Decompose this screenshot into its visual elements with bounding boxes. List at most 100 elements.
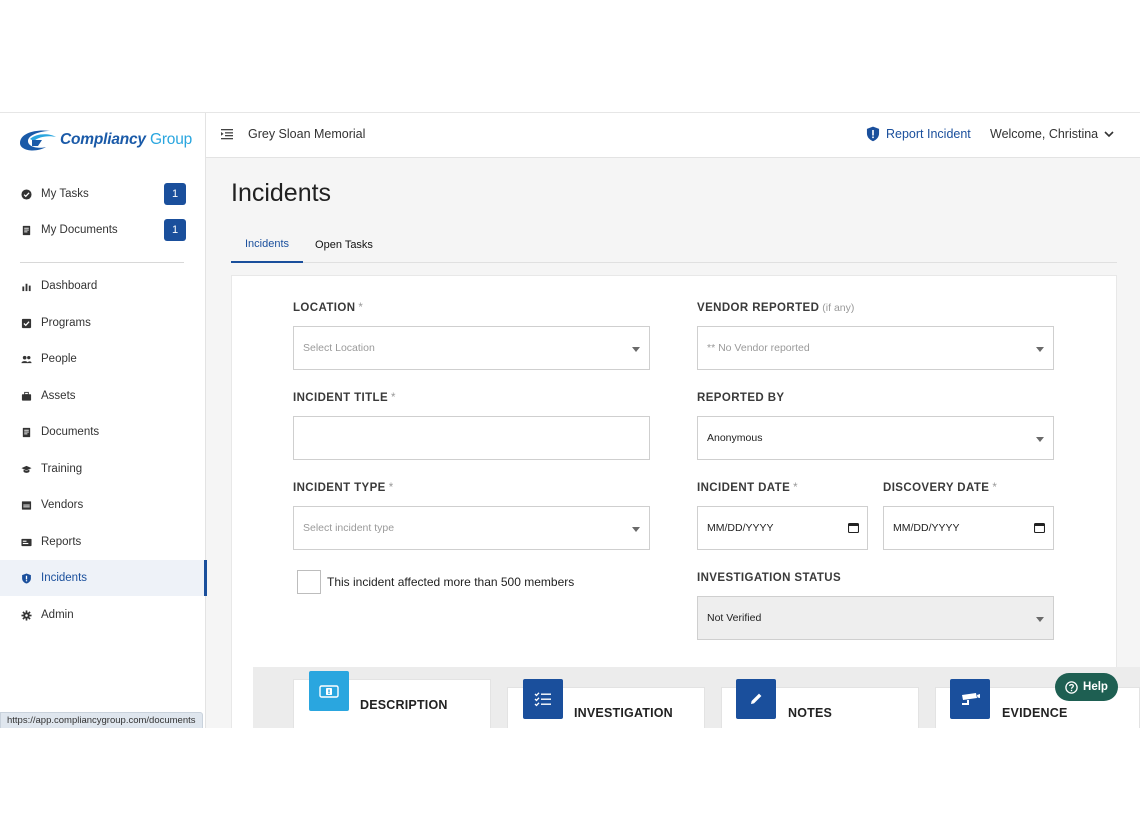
reported-by-select[interactable]: Anonymous xyxy=(697,416,1054,460)
location-select[interactable]: Select Location xyxy=(293,326,650,370)
sidebar-item-label: Reports xyxy=(41,536,82,548)
sidebar-item-dashboard[interactable]: Dashboard xyxy=(0,268,206,304)
incident-type-select[interactable]: Select incident type xyxy=(293,506,650,550)
calendar-icon[interactable] xyxy=(1034,522,1045,533)
caret-down-icon xyxy=(632,527,640,532)
help-label: Help xyxy=(1083,681,1108,693)
investigation-status-label: INVESTIGATION STATUS xyxy=(697,572,842,584)
section-description-label: DESCRIPTION xyxy=(360,698,448,712)
section-investigation-label: INVESTIGATION xyxy=(574,706,673,720)
sidebar-item-reports[interactable]: Reports xyxy=(0,524,206,560)
shield-icon xyxy=(866,126,880,142)
discovery-date-label: DISCOVERY DATE * xyxy=(883,482,998,494)
incident-type-label: INCIDENT TYPE * xyxy=(293,482,394,494)
sidebar-item-vendors[interactable]: Vendors xyxy=(0,487,206,523)
vendor-reported-value: ** No Vendor reported xyxy=(707,342,810,354)
incident-date-label: INCIDENT DATE * xyxy=(697,482,799,494)
sidebar-item-label: Dashboard xyxy=(41,280,98,292)
sidebar-item-documents[interactable]: Documents xyxy=(0,414,206,450)
check-circle-icon xyxy=(20,188,32,200)
sidebar-item-label: Programs xyxy=(41,317,91,329)
document-icon xyxy=(20,426,32,438)
help-button[interactable]: Help xyxy=(1055,673,1118,701)
page-title: Incidents xyxy=(231,179,332,207)
user-menu[interactable]: Welcome, Christina xyxy=(990,127,1114,141)
caret-down-icon xyxy=(1036,347,1044,352)
sidebar-item-label: Assets xyxy=(41,390,76,402)
affected-members-checkbox[interactable] xyxy=(297,570,321,594)
caret-down-icon xyxy=(1036,437,1044,442)
incident-title-input[interactable] xyxy=(293,416,650,460)
caret-down-icon xyxy=(1036,617,1044,622)
people-icon xyxy=(20,353,32,365)
tab-incidents[interactable]: Incidents xyxy=(231,227,303,263)
report-icon xyxy=(20,536,32,548)
sidebar-item-incidents[interactable]: Incidents xyxy=(0,560,207,596)
sidebar-item-label: Training xyxy=(41,463,83,475)
sidebar-item-training[interactable]: Training xyxy=(0,451,206,487)
menu-collapse-icon[interactable] xyxy=(221,128,233,140)
sidebar-item-admin[interactable]: Admin xyxy=(0,597,206,633)
investigation-status-select[interactable]: Not Verified xyxy=(697,596,1054,640)
topbar: Grey Sloan Memorial Report Incident Welc… xyxy=(206,113,1140,158)
document-count-badge: 1 xyxy=(164,219,186,241)
location-label: LOCATION * xyxy=(293,302,364,314)
location-placeholder: Select Location xyxy=(303,342,375,354)
sidebar-item-label: My Documents xyxy=(41,224,118,236)
pencil-icon xyxy=(736,679,776,719)
incident-date-placeholder: MM/DD/YYYY xyxy=(707,522,774,534)
reported-by-label: REPORTED BY xyxy=(697,392,785,404)
gear-icon xyxy=(20,609,32,621)
sidebar-item-label: People xyxy=(41,353,77,365)
discovery-date-input[interactable]: MM/DD/YYYY xyxy=(883,506,1054,550)
incident-date-input[interactable]: MM/DD/YYYY xyxy=(697,506,868,550)
status-bar-url: https://app.compliancygroup.com/document… xyxy=(0,712,203,728)
chevron-down-icon xyxy=(1104,130,1114,137)
ticket-icon xyxy=(309,671,349,711)
welcome-text: Welcome, Christina xyxy=(990,127,1099,141)
bar-chart-icon xyxy=(20,280,32,292)
vendor-reported-select[interactable]: ** No Vendor reported xyxy=(697,326,1054,370)
reported-by-value: Anonymous xyxy=(707,432,763,444)
discovery-date-placeholder: MM/DD/YYYY xyxy=(893,522,960,534)
sidebar-item-label: Incidents xyxy=(41,572,88,584)
graduation-cap-icon xyxy=(20,463,32,475)
calendar-icon[interactable] xyxy=(848,522,859,533)
logo-mark-icon xyxy=(20,130,56,151)
logo-text: Compliancy Group xyxy=(60,131,193,148)
sidebar-item-label: My Tasks xyxy=(41,188,89,200)
section-evidence-label: EVIDENCE xyxy=(1002,706,1068,720)
sidebar-item-label: Admin xyxy=(41,609,74,621)
sidebar-item-label: Documents xyxy=(41,426,100,438)
sidebar: Compliancy Group My Tasks 1 My Documents… xyxy=(0,113,207,728)
help-circle-icon xyxy=(1065,680,1078,694)
report-incident-label: Report Incident xyxy=(886,127,971,141)
section-notes-label: NOTES xyxy=(788,706,833,720)
tab-bar: Incidents Open Tasks xyxy=(231,227,1117,263)
sidebar-item-people[interactable]: People xyxy=(0,341,206,377)
section-band: DESCRIPTION INVESTIGATION NOTES EVIDENCE xyxy=(253,667,1140,728)
organization-name: Grey Sloan Memorial xyxy=(248,127,366,141)
task-count-badge: 1 xyxy=(164,183,186,205)
sidebar-item-assets[interactable]: Assets xyxy=(0,378,206,414)
sidebar-item-my-documents[interactable]: My Documents 1 xyxy=(0,212,206,248)
report-incident-link[interactable]: Report Incident xyxy=(866,126,971,142)
checklist-icon xyxy=(523,679,563,719)
incident-title-label: INCIDENT TITLE * xyxy=(293,392,396,404)
caret-down-icon xyxy=(632,347,640,352)
storefront-icon xyxy=(20,499,32,511)
checkbox-icon xyxy=(20,317,32,329)
app-window: Compliancy Group My Tasks 1 My Documents… xyxy=(0,112,1140,728)
briefcase-icon xyxy=(20,390,32,402)
incident-type-placeholder: Select incident type xyxy=(303,522,395,534)
sidebar-item-my-tasks[interactable]: My Tasks 1 xyxy=(0,176,206,212)
sidebar-divider xyxy=(20,262,184,263)
sidebar-item-programs[interactable]: Programs xyxy=(0,305,206,341)
vendor-reported-label: VENDOR REPORTED (if any) xyxy=(697,302,855,314)
sidebar-item-label: Vendors xyxy=(41,499,84,511)
investigation-status-value: Not Verified xyxy=(707,612,762,624)
camera-icon xyxy=(950,679,990,719)
logo[interactable]: Compliancy Group xyxy=(16,125,192,155)
tab-open-tasks[interactable]: Open Tasks xyxy=(303,227,385,263)
document-icon xyxy=(20,224,32,236)
